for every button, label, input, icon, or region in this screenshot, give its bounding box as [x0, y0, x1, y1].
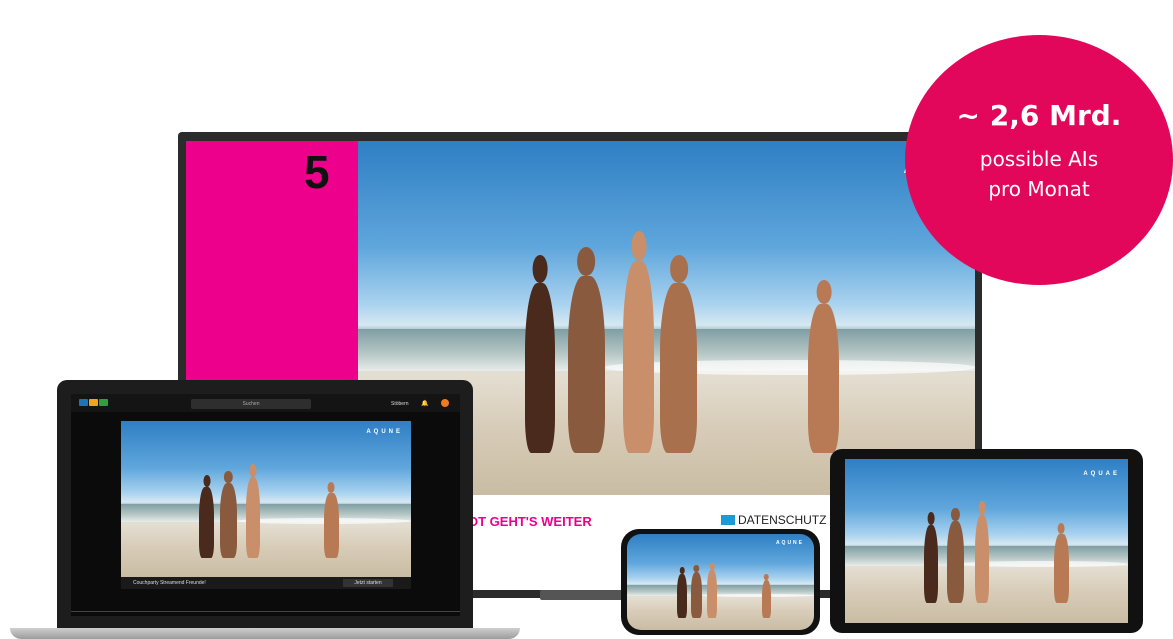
badge-headline: ~ 2,6 Mrd.	[956, 99, 1122, 132]
stat-badge: ~ 2,6 Mrd. possible AIs pro Monat	[905, 35, 1173, 285]
badge-line2: pro Monat	[988, 177, 1090, 201]
bell-icon[interactable]: 🔔	[421, 400, 428, 407]
laptop-video[interactable]: AQUNE	[121, 421, 411, 577]
rtl-logo-t[interactable]	[89, 399, 98, 406]
privacy-icon	[721, 515, 735, 525]
badge-line1: possible AIs	[979, 147, 1099, 171]
tablet-frame: AQUAE	[830, 449, 1143, 633]
channel-logo: 5	[304, 146, 330, 198]
rtl-logo-r[interactable]	[79, 399, 88, 406]
phone-video[interactable]: AQUNE	[627, 534, 814, 630]
ticker-text: OT GEHT'S WEITER	[468, 514, 592, 529]
top-nav: Suchen Stöbern 🔔	[71, 394, 460, 412]
tablet-video[interactable]: AQUAE	[845, 459, 1128, 623]
privacy-label: DATENSCHUTZ	[738, 513, 827, 527]
laptop-watermark: AQUNE	[366, 429, 403, 435]
privacy-link[interactable]: DATENSCHUTZ	[721, 513, 826, 527]
phone-watermark: AQUNE	[775, 540, 804, 546]
start-button[interactable]: Jetzt starten	[343, 579, 393, 587]
search-input[interactable]: Suchen	[191, 399, 311, 409]
tv-stand	[540, 590, 630, 600]
timeline[interactable]	[71, 611, 460, 612]
browse-menu[interactable]: Stöbern	[391, 401, 409, 407]
laptop-base	[10, 628, 520, 639]
rtl-logo-l[interactable]	[99, 399, 108, 406]
show-title: Couchparty Streamend Freunde!	[133, 580, 206, 586]
laptop-screen: Suchen Stöbern 🔔 AQUNE Couchparty Stream…	[71, 394, 460, 616]
tablet-watermark: AQUAE	[1083, 471, 1120, 477]
avatar[interactable]	[441, 399, 449, 407]
